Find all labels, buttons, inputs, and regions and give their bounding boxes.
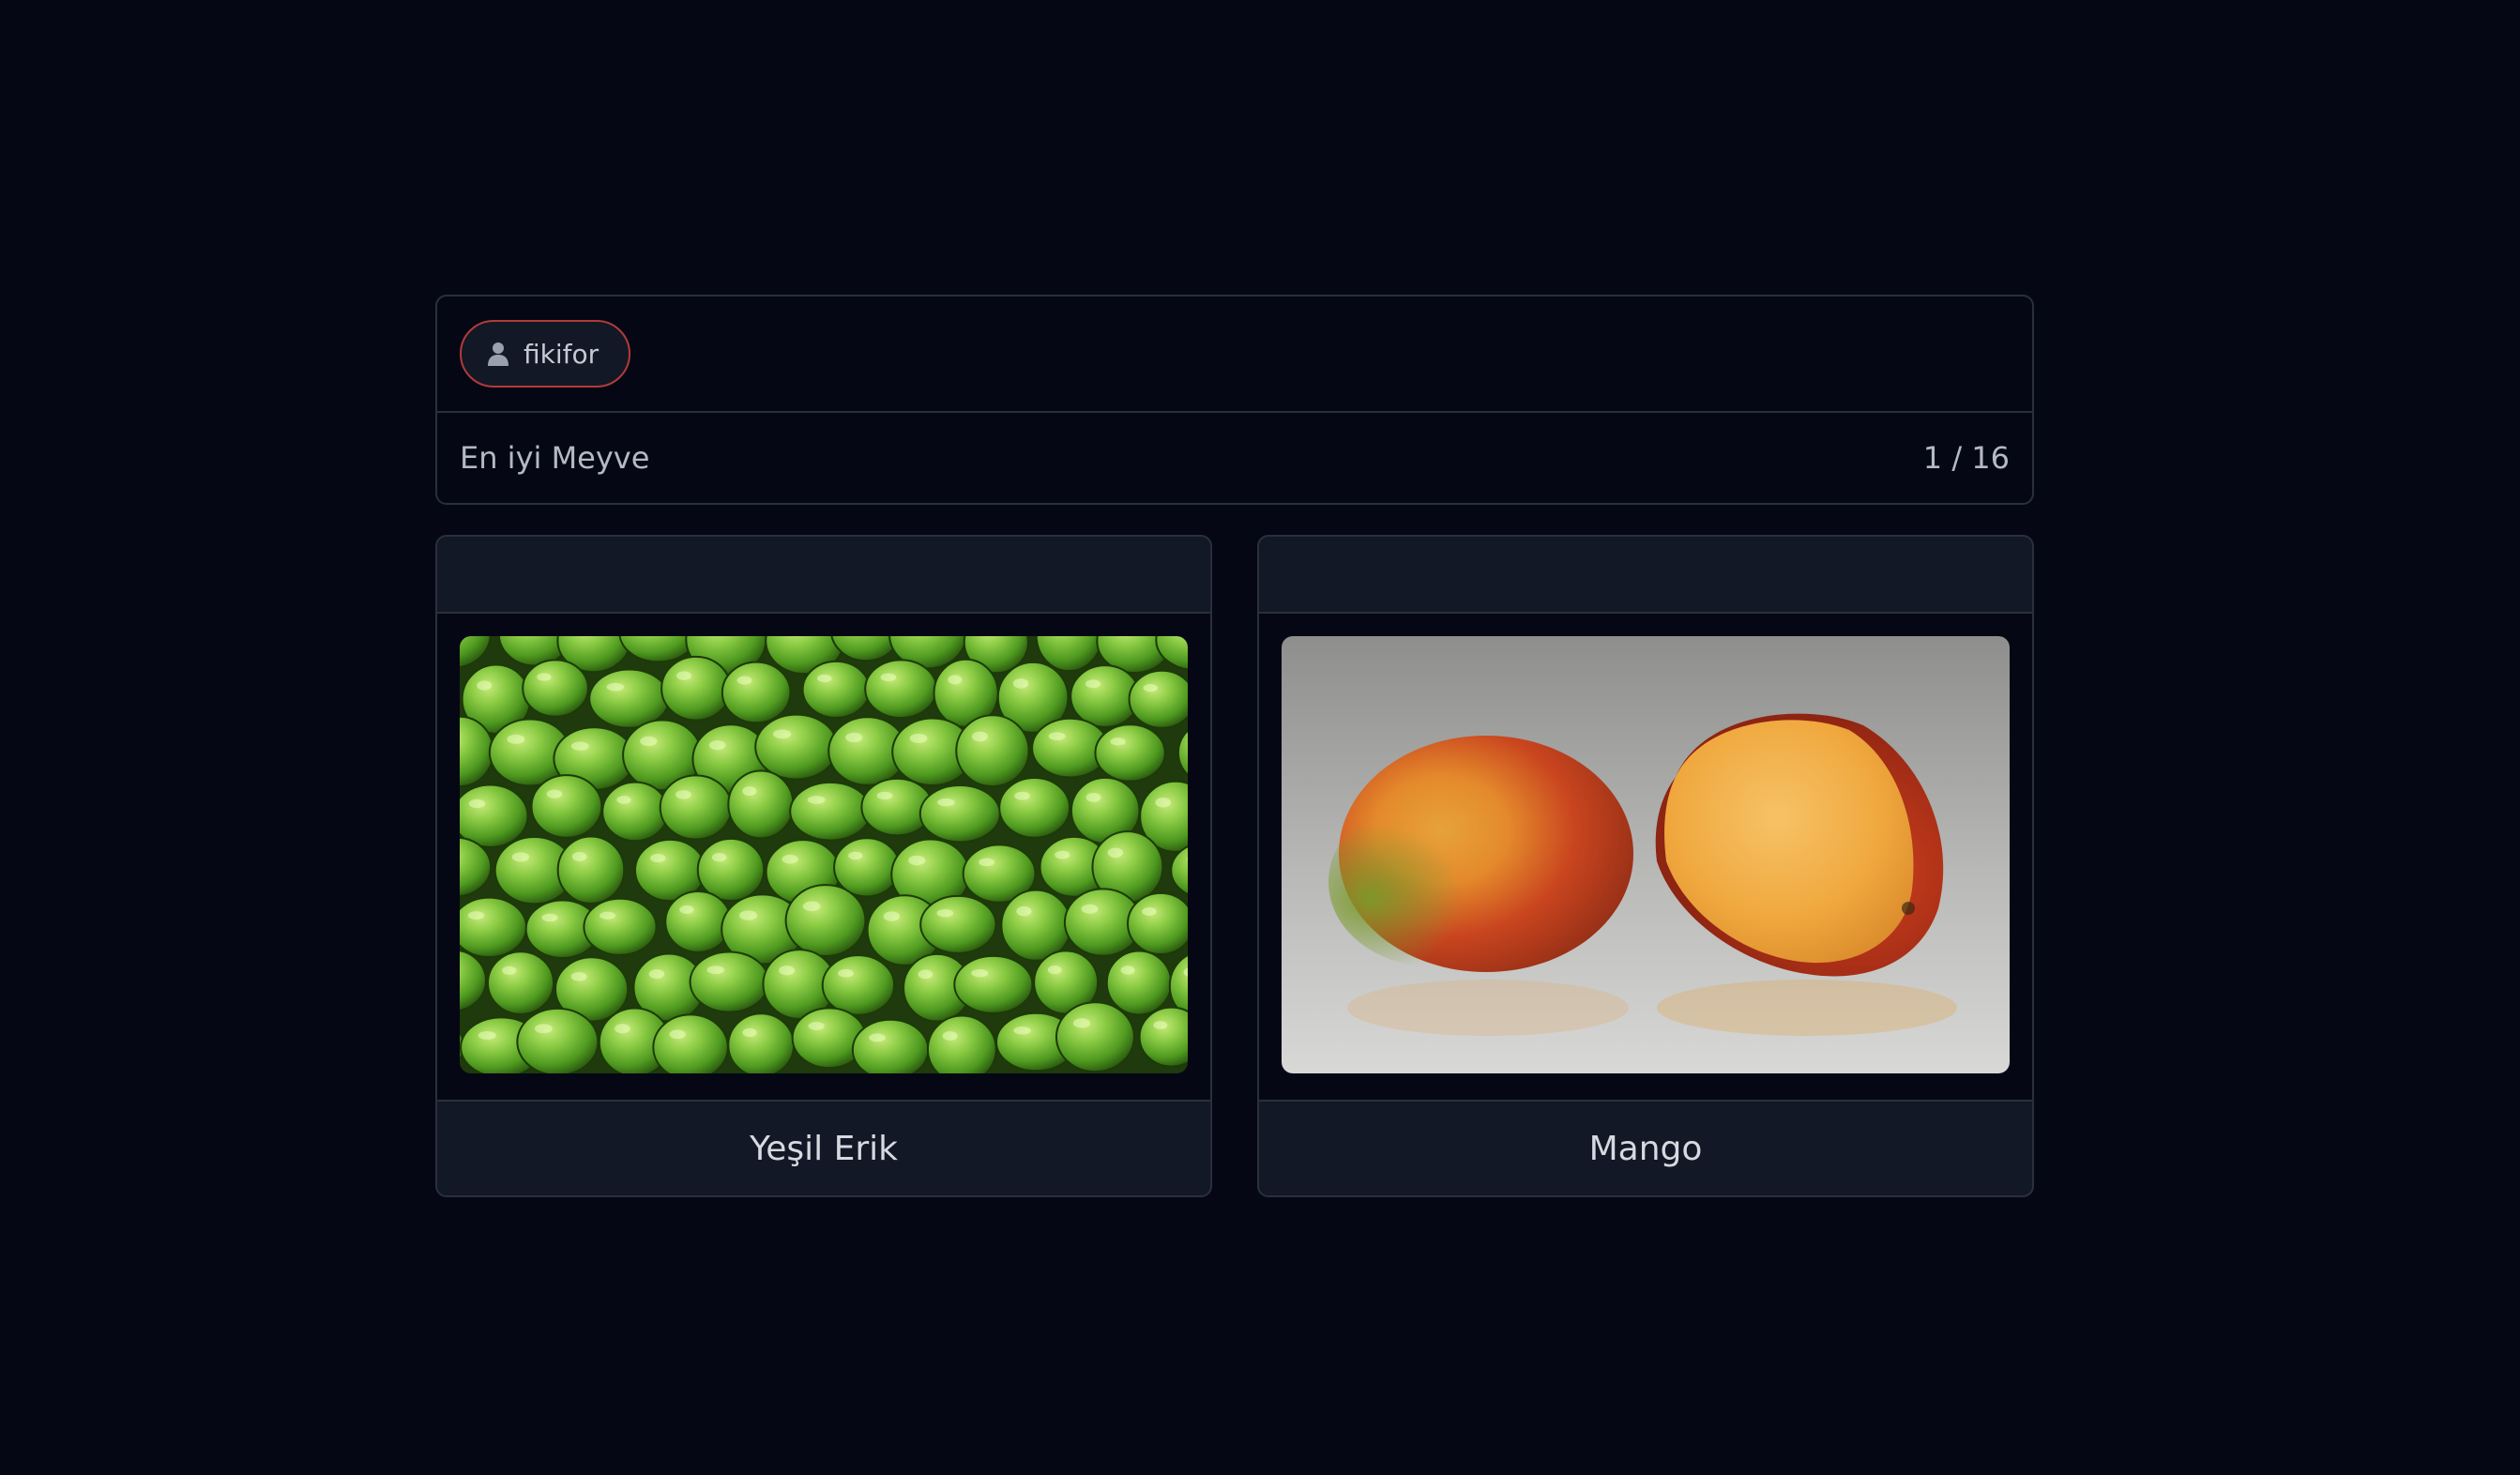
- option-card-right[interactable]: Mango: [1257, 535, 2034, 1197]
- card-top: [1259, 537, 2032, 614]
- green-plums-image[interactable]: [460, 636, 1188, 1073]
- page-title: En iyi Meyve: [460, 440, 650, 476]
- user-icon: [488, 342, 509, 366]
- option-label: Mango: [1588, 1129, 1703, 1168]
- round-counter: 1 / 16: [1922, 440, 2010, 476]
- header-top: fikifor: [437, 297, 2032, 413]
- user-chip[interactable]: fikifor: [460, 320, 631, 388]
- option-cards: Yeşil Erik Mango: [435, 535, 2034, 1197]
- username: fikifor: [524, 338, 600, 370]
- duel-container: fikifor En iyi Meyve 1 / 16 Yeşil Erik M…: [435, 295, 2034, 1197]
- mango-image[interactable]: [1282, 636, 2010, 1073]
- card-image-area: [1259, 614, 2032, 1102]
- option-card-left[interactable]: Yeşil Erik: [435, 535, 1212, 1197]
- header-bottom: En iyi Meyve 1 / 16: [437, 413, 2032, 503]
- option-label: Yeşil Erik: [750, 1129, 898, 1168]
- header-card: fikifor En iyi Meyve 1 / 16: [435, 295, 2034, 505]
- card-image-area: [437, 614, 1210, 1102]
- card-top: [437, 537, 1210, 614]
